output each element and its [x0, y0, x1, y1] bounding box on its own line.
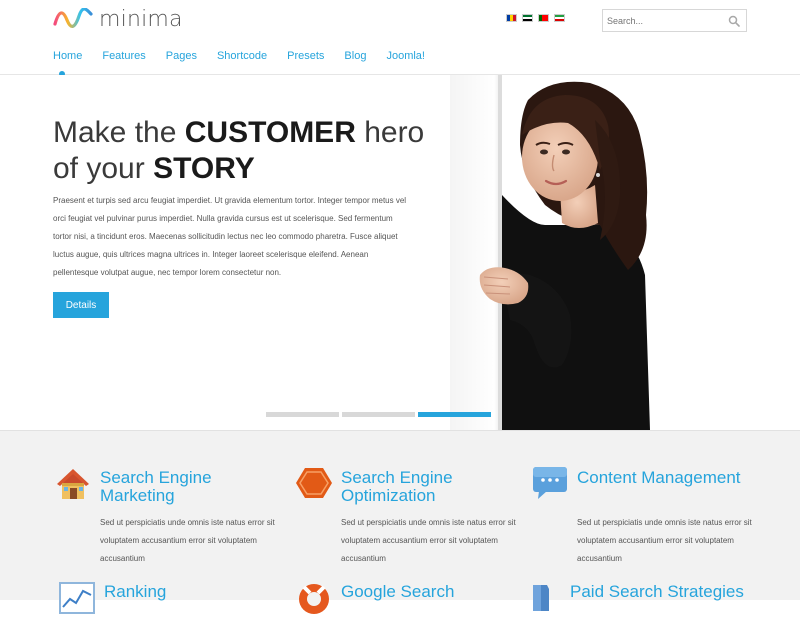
nav-blog[interactable]: Blog [344, 50, 366, 62]
flag-icon-4[interactable] [554, 14, 565, 22]
search-box [602, 9, 747, 32]
hero-title-text: of your [53, 152, 154, 185]
hero-title-text: hero [355, 116, 425, 149]
brand-logo[interactable]: minima [53, 6, 183, 32]
slide-indicator-2[interactable] [342, 412, 415, 417]
feature-title[interactable]: Google Search [341, 583, 516, 601]
chart-icon [59, 582, 95, 614]
main-nav: Home Features Pages Shortcode Presets Bl… [53, 50, 445, 62]
site-header: minima Home Features Pages Shortcode Pre… [0, 0, 800, 77]
shield-icon [533, 585, 549, 611]
search-icon[interactable] [728, 15, 740, 27]
flag-icon-3[interactable] [538, 14, 549, 22]
lifebuoy-icon [299, 584, 329, 614]
nav-home[interactable]: Home [53, 50, 82, 62]
slide-indicator-1[interactable] [266, 412, 339, 417]
feature-title[interactable]: Search Engine Optimization [341, 469, 516, 505]
features-section: Search Engine Marketing Sed ut perspicia… [0, 430, 800, 614]
house-icon [57, 469, 89, 499]
feature-title[interactable]: Content Management [577, 469, 752, 487]
hexagon-icon [296, 468, 332, 498]
hero-title-text: Make the [53, 116, 185, 149]
nav-features[interactable]: Features [102, 50, 145, 62]
details-button[interactable]: Details [53, 292, 109, 318]
logo-wave-icon [53, 8, 93, 28]
slide-indicator-3[interactable] [418, 412, 491, 417]
brand-name: minima [99, 6, 183, 32]
speech-bubble-icon [533, 467, 567, 499]
feature-title[interactable]: Ranking [104, 583, 279, 601]
nav-joomla[interactable]: Joomla! [386, 50, 425, 62]
flag-icon-1[interactable] [506, 14, 517, 22]
search-input[interactable] [603, 15, 723, 26]
hero-title-bold: STORY [153, 152, 255, 185]
hero-description: Praesent et turpis sed arcu feugiat impe… [53, 196, 407, 277]
feature-title[interactable]: Paid Search Strategies [570, 583, 790, 601]
hero-title-bold: CUSTOMER [184, 116, 356, 149]
feature-title[interactable]: Search Engine Marketing [100, 469, 275, 505]
slider-pagination [266, 412, 491, 417]
flag-icon-2[interactable] [522, 14, 533, 22]
nav-presets[interactable]: Presets [287, 50, 324, 62]
feature-text: Sed ut perspiciatis unde omnis iste natu… [341, 518, 516, 563]
feature-text: Sed ut perspiciatis unde omnis iste natu… [100, 518, 275, 563]
language-switcher [506, 14, 565, 22]
hero-image [450, 75, 650, 430]
feature-text: Sed ut perspiciatis unde omnis iste natu… [577, 518, 752, 563]
nav-pages[interactable]: Pages [166, 50, 197, 62]
hero-slider: Make the CUSTOMER hero of your STORY Pra… [0, 75, 800, 430]
hero-title: Make the CUSTOMER hero of your STORY [53, 115, 424, 187]
nav-shortcode[interactable]: Shortcode [217, 50, 267, 62]
